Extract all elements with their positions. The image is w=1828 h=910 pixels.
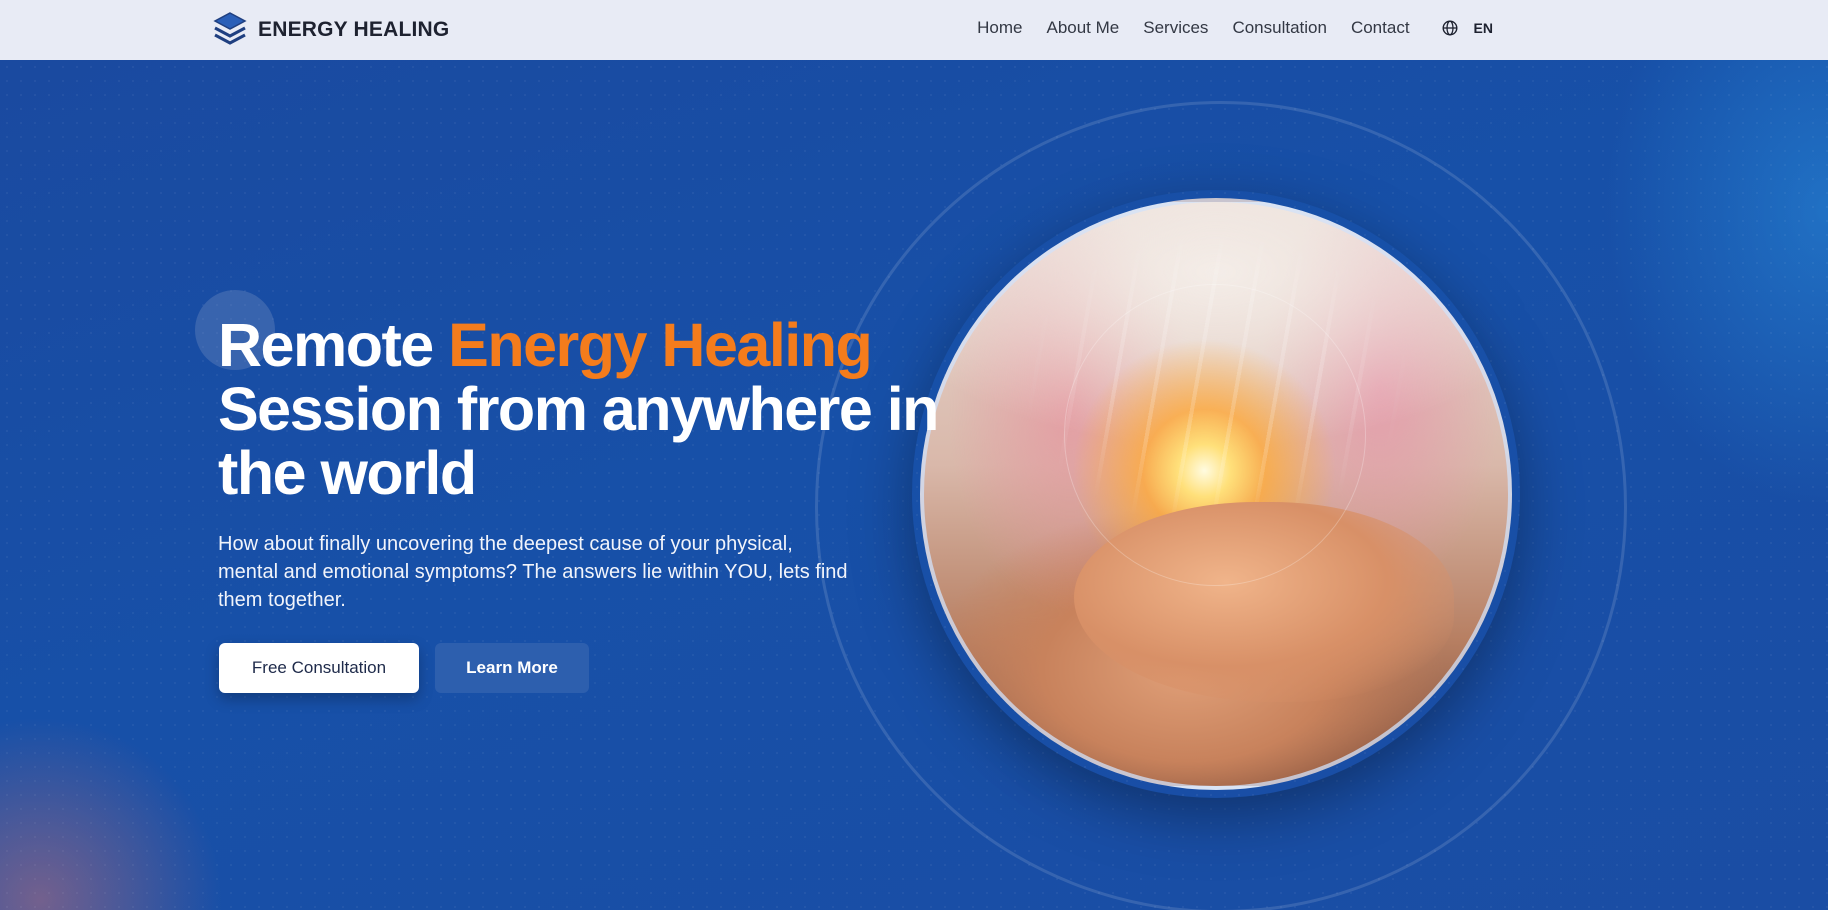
brand-name: ENERGY HEALING xyxy=(258,18,450,41)
free-consultation-button[interactable]: Free Consultation xyxy=(219,643,419,693)
nav-services[interactable]: Services xyxy=(1143,18,1208,38)
hero-healing-hands-image xyxy=(920,198,1512,790)
brand-logo[interactable]: ENERGY HEALING xyxy=(210,8,449,52)
site-header: ENERGY HEALING Home About Me Services Co… xyxy=(0,0,1828,60)
language-selector[interactable]: EN xyxy=(1442,20,1493,36)
hero-subtitle: How about finally uncovering the deepest… xyxy=(218,533,848,611)
hero-section: Remote Energy Healing Session from anywh… xyxy=(0,60,1828,910)
hero-title: Remote Energy Healing Session from anywh… xyxy=(218,311,939,507)
hero-title-part2: Session from anywhere in the world xyxy=(218,375,939,507)
nav-consultation[interactable]: Consultation xyxy=(1232,18,1327,38)
language-label: EN xyxy=(1473,20,1493,36)
hero-title-part1: Remote xyxy=(218,311,434,379)
photo-inner-ring xyxy=(1064,284,1366,586)
nav-home[interactable]: Home xyxy=(977,18,1022,38)
hero-title-accent: Energy Healing xyxy=(448,311,873,379)
stacked-layers-icon xyxy=(213,12,247,45)
nav-contact[interactable]: Contact xyxy=(1351,18,1410,38)
learn-more-button[interactable]: Learn More xyxy=(435,643,589,693)
nav-about-me[interactable]: About Me xyxy=(1046,18,1119,38)
main-nav: Home About Me Services Consultation Cont… xyxy=(953,0,1493,56)
globe-icon xyxy=(1442,20,1458,36)
